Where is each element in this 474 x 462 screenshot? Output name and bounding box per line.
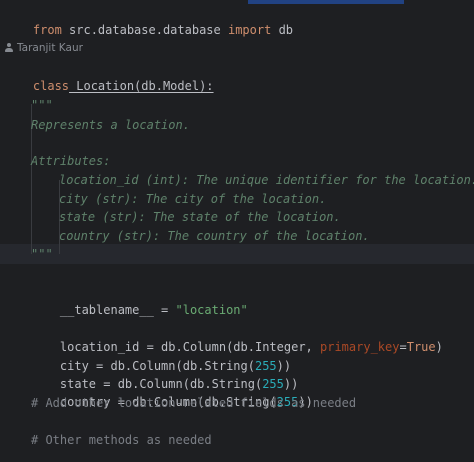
- param-primary-key: primary_key: [320, 340, 400, 354]
- code-line-city[interactable]: city = db.Column(db.String(255)): [31, 339, 291, 373]
- keyword-true: True: [406, 340, 436, 354]
- code-text: =: [399, 340, 407, 354]
- keyword-from: from: [32, 23, 62, 37]
- code-editor[interactable]: from src.database.database import db Tar…: [0, 0, 474, 462]
- comment-add-fields[interactable]: # Add other location-related fields as n…: [31, 394, 356, 412]
- code-line-tablename[interactable]: __tablename__ = "location": [31, 283, 248, 317]
- keyword-class: class: [32, 79, 70, 93]
- author-annotation[interactable]: Taranjit Kaur: [4, 41, 83, 55]
- code-text: ): [435, 340, 443, 354]
- code-line-country[interactable]: country = db.Column(db.String(255)): [31, 375, 313, 409]
- class-declaration: Location(db.Model):: [69, 79, 214, 93]
- current-line-highlight: [0, 244, 474, 264]
- tablename-value: "location": [175, 303, 248, 317]
- imported-name: db: [271, 23, 294, 37]
- author-name: Taranjit Kaur: [17, 42, 83, 54]
- code-line-state[interactable]: state = db.Column(db.String(255)): [31, 357, 298, 391]
- docstring-attr-state[interactable]: state (str): The state of the location.: [59, 208, 341, 226]
- tablename-attr: __tablename__ =: [59, 303, 176, 317]
- code-line-import[interactable]: from src.database.database import db: [4, 3, 293, 37]
- docstring-attr-location-id[interactable]: location_id (int): The unique identifier…: [59, 171, 474, 189]
- docstring-attr-city[interactable]: city (str): The city of the location.: [59, 190, 326, 208]
- code-line-location-id[interactable]: location_id = db.Column(db.Integer, prim…: [31, 320, 443, 354]
- keyword-import: import: [227, 23, 272, 37]
- docstring-summary[interactable]: Represents a location.: [31, 116, 190, 134]
- docstring-attr-country[interactable]: country (str): The country of the locati…: [59, 227, 370, 245]
- comment-other-methods[interactable]: # Other methods as needed: [31, 431, 212, 449]
- code-line-class[interactable]: class Location(db.Model):: [4, 59, 214, 93]
- module-path: src.database.database: [61, 23, 228, 37]
- user-icon: [4, 43, 13, 53]
- docstring-attributes-heading[interactable]: Attributes:: [31, 152, 110, 170]
- docstring-close[interactable]: """: [31, 245, 53, 263]
- docstring-open[interactable]: """: [31, 96, 53, 114]
